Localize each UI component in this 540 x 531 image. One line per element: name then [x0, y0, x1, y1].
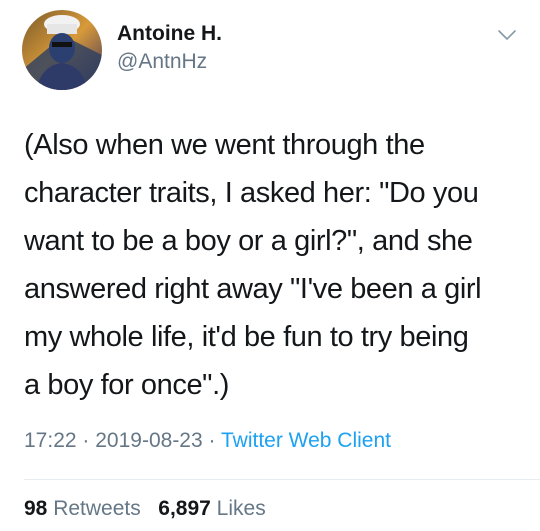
tweet-date[interactable]: 2019-08-23: [95, 429, 202, 452]
retweets-label: Retweets: [53, 497, 141, 520]
tweet-text-line: my whole life, it'd be fun to try being: [24, 321, 469, 353]
likes-label: Likes: [216, 497, 266, 520]
tweet-text-line: answered right away "I've been a girl: [24, 273, 482, 305]
divider: [24, 479, 540, 480]
user-handle[interactable]: @AntnHz: [117, 50, 207, 74]
tweet-text-line: character traits, I asked her: "Do you: [24, 177, 479, 209]
meta-separator: ·: [82, 429, 90, 452]
likes-count: 6,897: [158, 497, 211, 520]
tweet-menu-button[interactable]: [496, 24, 518, 46]
tweet-time[interactable]: 17:22: [24, 429, 77, 452]
chevron-down-icon: [498, 30, 516, 40]
retweets-count: 98: [24, 497, 48, 520]
likes-stat[interactable]: 6,897 Likes: [158, 497, 265, 520]
tweet-text-line: a boy for once".): [24, 369, 229, 401]
avatar[interactable]: [22, 10, 102, 90]
tweet-text: (Also when we went through the character…: [24, 121, 524, 409]
tweet-text-line: want to be a boy or a girl?", and she: [24, 225, 473, 257]
meta-separator: ·: [208, 429, 216, 452]
tweet-stats: 98 Retweets 6,897 Likes: [24, 497, 266, 521]
tweet-source-link[interactable]: Twitter Web Client: [221, 429, 391, 452]
display-name[interactable]: Antoine H.: [117, 22, 222, 46]
chef-avatar-icon: [22, 10, 102, 90]
tweet-meta: 17:22 · 2019-08-23 · Twitter Web Client: [24, 429, 391, 453]
tweet-card: Antoine H. @AntnHz (Also when we went th…: [0, 0, 540, 531]
retweets-stat[interactable]: 98 Retweets: [24, 497, 147, 520]
tweet-text-line: (Also when we went through the: [24, 129, 425, 161]
